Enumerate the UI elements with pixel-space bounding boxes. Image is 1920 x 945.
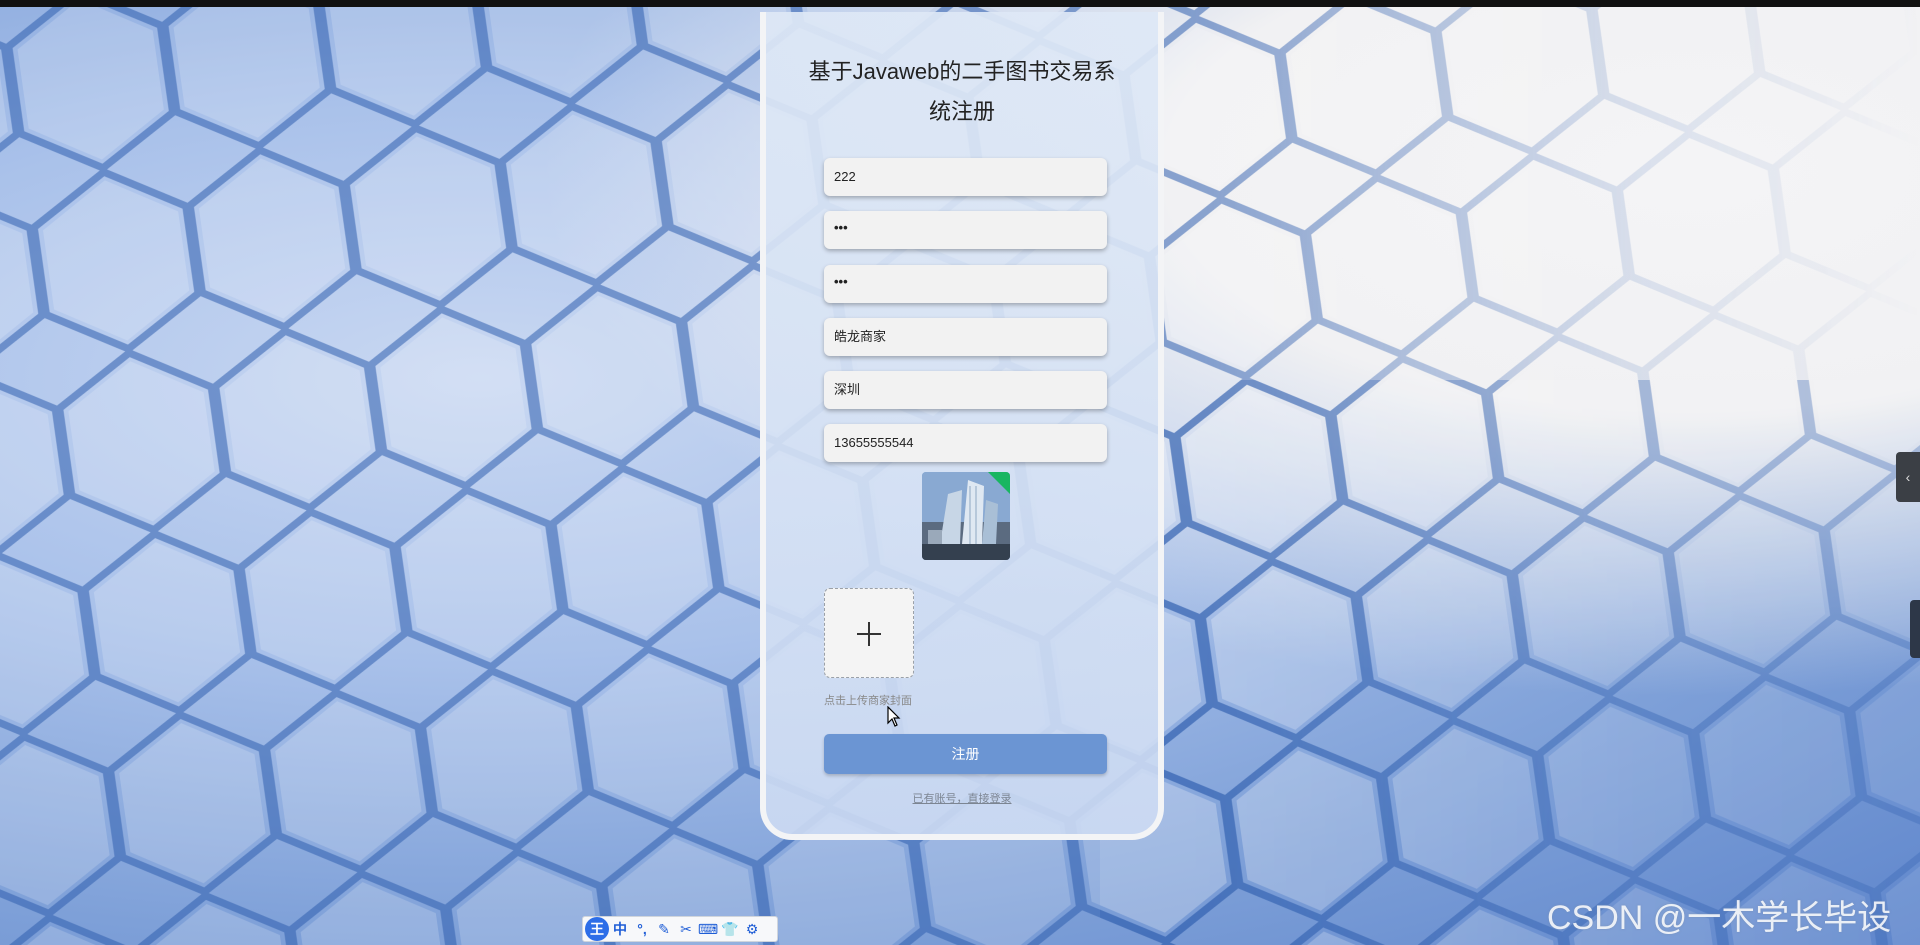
ime-settings-icon[interactable]: ⚙ <box>741 921 763 938</box>
ime-scissors-icon[interactable]: ✂ <box>675 921 697 938</box>
shop-name-field[interactable]: 皓龙商家 <box>824 318 1107 356</box>
phone-field[interactable]: 13655555544 <box>824 424 1107 462</box>
login-link[interactable]: 已有账号，直接登录 <box>766 790 1158 806</box>
ime-keyboard-icon[interactable]: ⌨ <box>697 921 719 938</box>
username-field[interactable]: 222 <box>824 158 1107 196</box>
register-button[interactable]: 注册 <box>824 734 1107 774</box>
ime-mode-toggle[interactable]: 中 <box>609 919 631 939</box>
plus-icon-vertical <box>868 622 870 646</box>
ime-punctuation-icon[interactable]: °, <box>631 921 653 937</box>
upload-cover-button[interactable] <box>824 588 914 678</box>
register-card: 基于Javaweb的二手图书交易系统注册 222 ••• ••• 皓龙商家 深圳… <box>760 12 1164 840</box>
side-panel-toggle[interactable]: ‹ <box>1896 452 1920 502</box>
window-top-bar <box>0 0 1920 7</box>
page-title: 基于Javaweb的二手图书交易系统注册 <box>808 59 1116 124</box>
ime-logo-icon[interactable]: 王 <box>585 917 609 941</box>
upload-success-badge <box>988 472 1010 494</box>
ime-handwrite-icon[interactable]: ✎ <box>653 921 675 938</box>
confirm-password-field[interactable]: ••• <box>824 265 1107 303</box>
chevron-left-icon: ‹ <box>1905 469 1911 485</box>
password-field[interactable]: ••• <box>824 211 1107 249</box>
ime-skin-icon[interactable]: 👕 <box>719 921 741 938</box>
ime-toolbar: 王 中 °, ✎ ✂ ⌨ 👕 ⚙ <box>582 916 778 942</box>
watermark: CSDN @一木学长毕设 <box>1547 899 1892 937</box>
mouse-cursor-icon <box>887 706 901 727</box>
side-widget[interactable] <box>1910 600 1920 658</box>
uploaded-cover-image[interactable] <box>922 472 1010 560</box>
address-field[interactable]: 深圳 <box>824 371 1107 409</box>
